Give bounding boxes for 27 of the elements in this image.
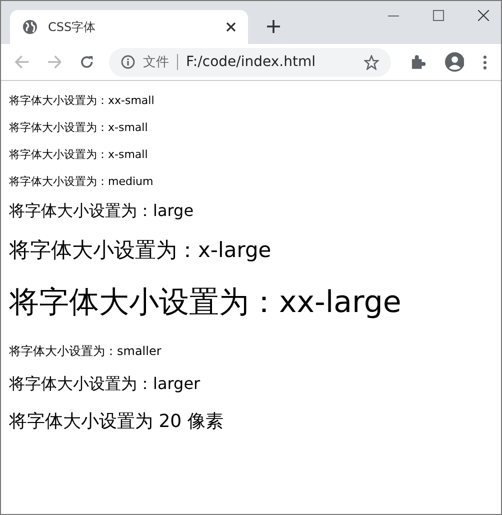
text-line: 将字体大小设置为 20 像素 <box>9 410 224 433</box>
text-line: 将字体大小设置为：xx-small <box>9 93 156 108</box>
globe-icon <box>22 19 38 35</box>
text-line: 将字体大小设置为：x-small <box>9 147 149 162</box>
text-line: 将字体大小设置为：large <box>9 201 195 222</box>
text-line: 将字体大小设置为：medium <box>9 174 154 189</box>
tab-title: CSS字体 <box>48 18 97 36</box>
text-line: 将字体大小设置为：xx-large <box>9 284 402 322</box>
puzzle-icon[interactable] <box>410 54 426 70</box>
account-icon[interactable] <box>444 52 464 72</box>
menu-icon[interactable] <box>483 54 487 70</box>
text-line: 将字体大小设置为：x-small <box>9 120 149 135</box>
info-icon[interactable] <box>120 55 135 69</box>
address-bar[interactable]: 文件 F:/code/index.html <box>108 48 391 76</box>
scheme-label: 文件 <box>142 54 169 71</box>
close-icon[interactable] <box>478 10 489 21</box>
text-line: 将字体大小设置为：smaller <box>9 343 162 360</box>
text-line: 将字体大小设置为：larger <box>9 374 202 395</box>
url-text: F:/code/index.html <box>186 54 316 70</box>
text-line: 将字体大小设置为：x-large <box>9 237 272 264</box>
browser-tab[interactable]: CSS字体 <box>10 10 248 44</box>
star-icon[interactable] <box>364 54 379 70</box>
new-tab-icon[interactable] <box>267 20 280 33</box>
close-icon[interactable] <box>226 22 236 32</box>
maximize-icon[interactable] <box>433 10 444 21</box>
reload-icon[interactable] <box>80 55 94 69</box>
minimize-icon[interactable] <box>388 14 399 16</box>
